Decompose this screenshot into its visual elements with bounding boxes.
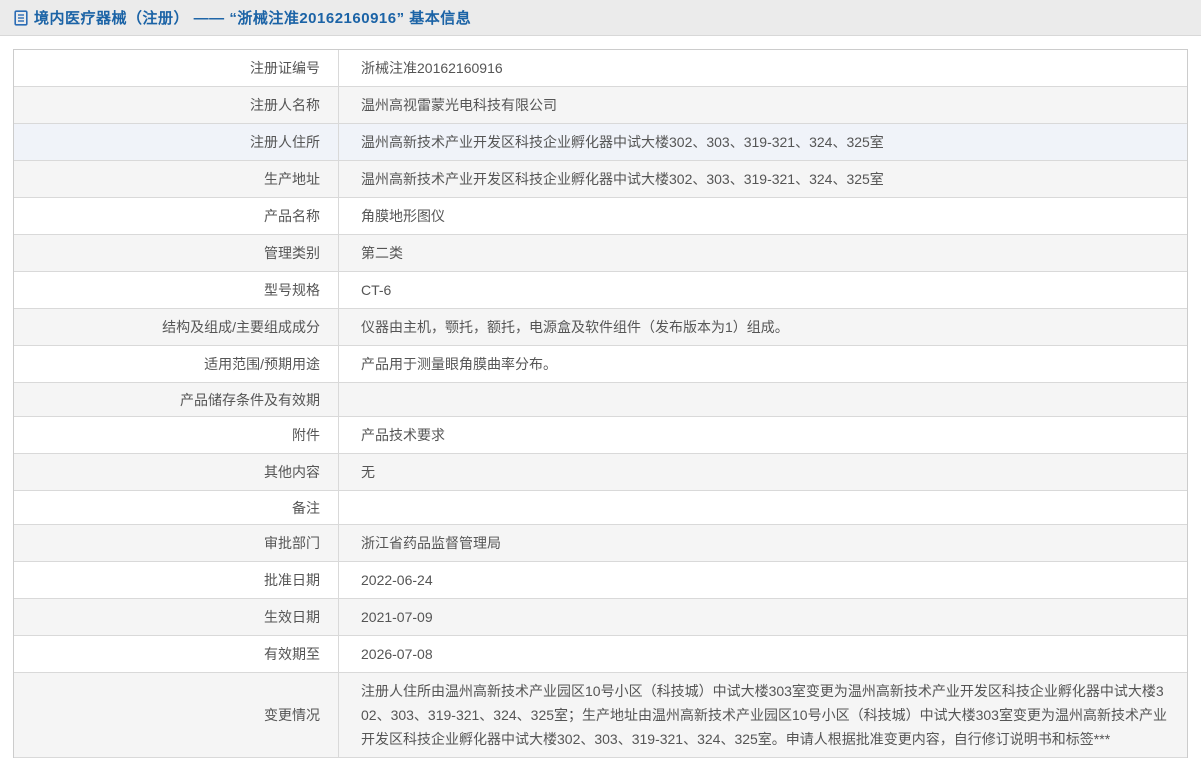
- row-value: 温州高视雷蒙光电科技有限公司: [361, 97, 557, 113]
- row-value: [339, 491, 1187, 524]
- table-row: 备注: [14, 491, 1187, 525]
- table-row: 附件 产品技术要求: [14, 417, 1187, 454]
- registration-info-table: 注册证编号 浙械注准20162160916 注册人名称 温州高视雷蒙光电科技有限…: [13, 49, 1188, 758]
- row-value: 浙江省药品监督管理局: [361, 535, 501, 551]
- table-row: 审批部门 浙江省药品监督管理局: [14, 525, 1187, 562]
- table-row: 管理类别 第二类: [14, 235, 1187, 272]
- row-value: 无: [361, 464, 375, 480]
- row-label: 附件: [14, 417, 339, 453]
- row-label: 变更情况: [14, 673, 339, 757]
- row-label: 备注: [14, 491, 339, 524]
- row-value: 温州高新技术产业开发区科技企业孵化器中试大楼302、303、319-321、32…: [361, 134, 884, 150]
- row-value: [339, 383, 1187, 416]
- table-row: 适用范围/预期用途 产品用于测量眼角膜曲率分布。: [14, 346, 1187, 383]
- row-value: CT-6: [361, 282, 392, 298]
- row-label: 型号规格: [14, 272, 339, 308]
- table-row: 生效日期 2021-07-09: [14, 599, 1187, 636]
- page-header: 境内医疗器械（注册） —— “浙械注准20162160916” 基本信息: [0, 0, 1201, 36]
- table-row: 批准日期 2022-06-24: [14, 562, 1187, 599]
- row-value: 注册人住所由温州高新技术产业园区10号小区（科技城）中试大楼303室变更为温州高…: [361, 683, 1167, 747]
- row-label: 批准日期: [14, 562, 339, 598]
- row-label: 注册证编号: [14, 50, 339, 86]
- row-value: 温州高新技术产业开发区科技企业孵化器中试大楼302、303、319-321、32…: [361, 171, 884, 187]
- row-label: 注册人名称: [14, 87, 339, 123]
- table-row: 生产地址 温州高新技术产业开发区科技企业孵化器中试大楼302、303、319-3…: [14, 161, 1187, 198]
- row-label: 结构及组成/主要组成成分: [14, 309, 339, 345]
- table-row: 结构及组成/主要组成成分 仪器由主机，颚托，额托，电源盒及软件组件（发布版本为1…: [14, 309, 1187, 346]
- row-label: 有效期至: [14, 636, 339, 672]
- table-row: 其他内容 无: [14, 454, 1187, 491]
- row-value: 浙械注准20162160916: [361, 60, 503, 76]
- table-row: 型号规格 CT-6: [14, 272, 1187, 309]
- row-value: 产品用于测量眼角膜曲率分布。: [361, 356, 557, 372]
- table-row: 注册证编号 浙械注准20162160916: [14, 50, 1187, 87]
- table-row: 注册人名称 温州高视雷蒙光电科技有限公司: [14, 87, 1187, 124]
- row-value: 2021-07-09: [361, 609, 433, 625]
- row-value: 2022-06-24: [361, 572, 433, 588]
- row-label: 适用范围/预期用途: [14, 346, 339, 382]
- row-value: 2026-07-08: [361, 646, 433, 662]
- row-label: 生效日期: [14, 599, 339, 635]
- row-value: 仪器由主机，颚托，额托，电源盒及软件组件（发布版本为1）组成。: [361, 319, 789, 335]
- row-label: 其他内容: [14, 454, 339, 490]
- row-label: 注册人住所: [14, 124, 339, 160]
- page-title: 境内医疗器械（注册） —— “浙械注准20162160916” 基本信息: [34, 10, 472, 27]
- row-label: 审批部门: [14, 525, 339, 561]
- row-label: 管理类别: [14, 235, 339, 271]
- row-value: 产品技术要求: [361, 427, 445, 443]
- row-value: 第二类: [361, 245, 403, 261]
- document-icon: [14, 9, 28, 26]
- row-label: 产品名称: [14, 198, 339, 234]
- table-row: 注册人住所 温州高新技术产业开发区科技企业孵化器中试大楼302、303、319-…: [14, 124, 1187, 161]
- table-row: 变更情况 注册人住所由温州高新技术产业园区10号小区（科技城）中试大楼303室变…: [14, 673, 1187, 758]
- row-label: 产品储存条件及有效期: [14, 383, 339, 416]
- row-value: 角膜地形图仪: [361, 208, 445, 224]
- table-row: 产品名称 角膜地形图仪: [14, 198, 1187, 235]
- table-row: 有效期至 2026-07-08: [14, 636, 1187, 673]
- row-label: 生产地址: [14, 161, 339, 197]
- table-row: 产品储存条件及有效期: [14, 383, 1187, 417]
